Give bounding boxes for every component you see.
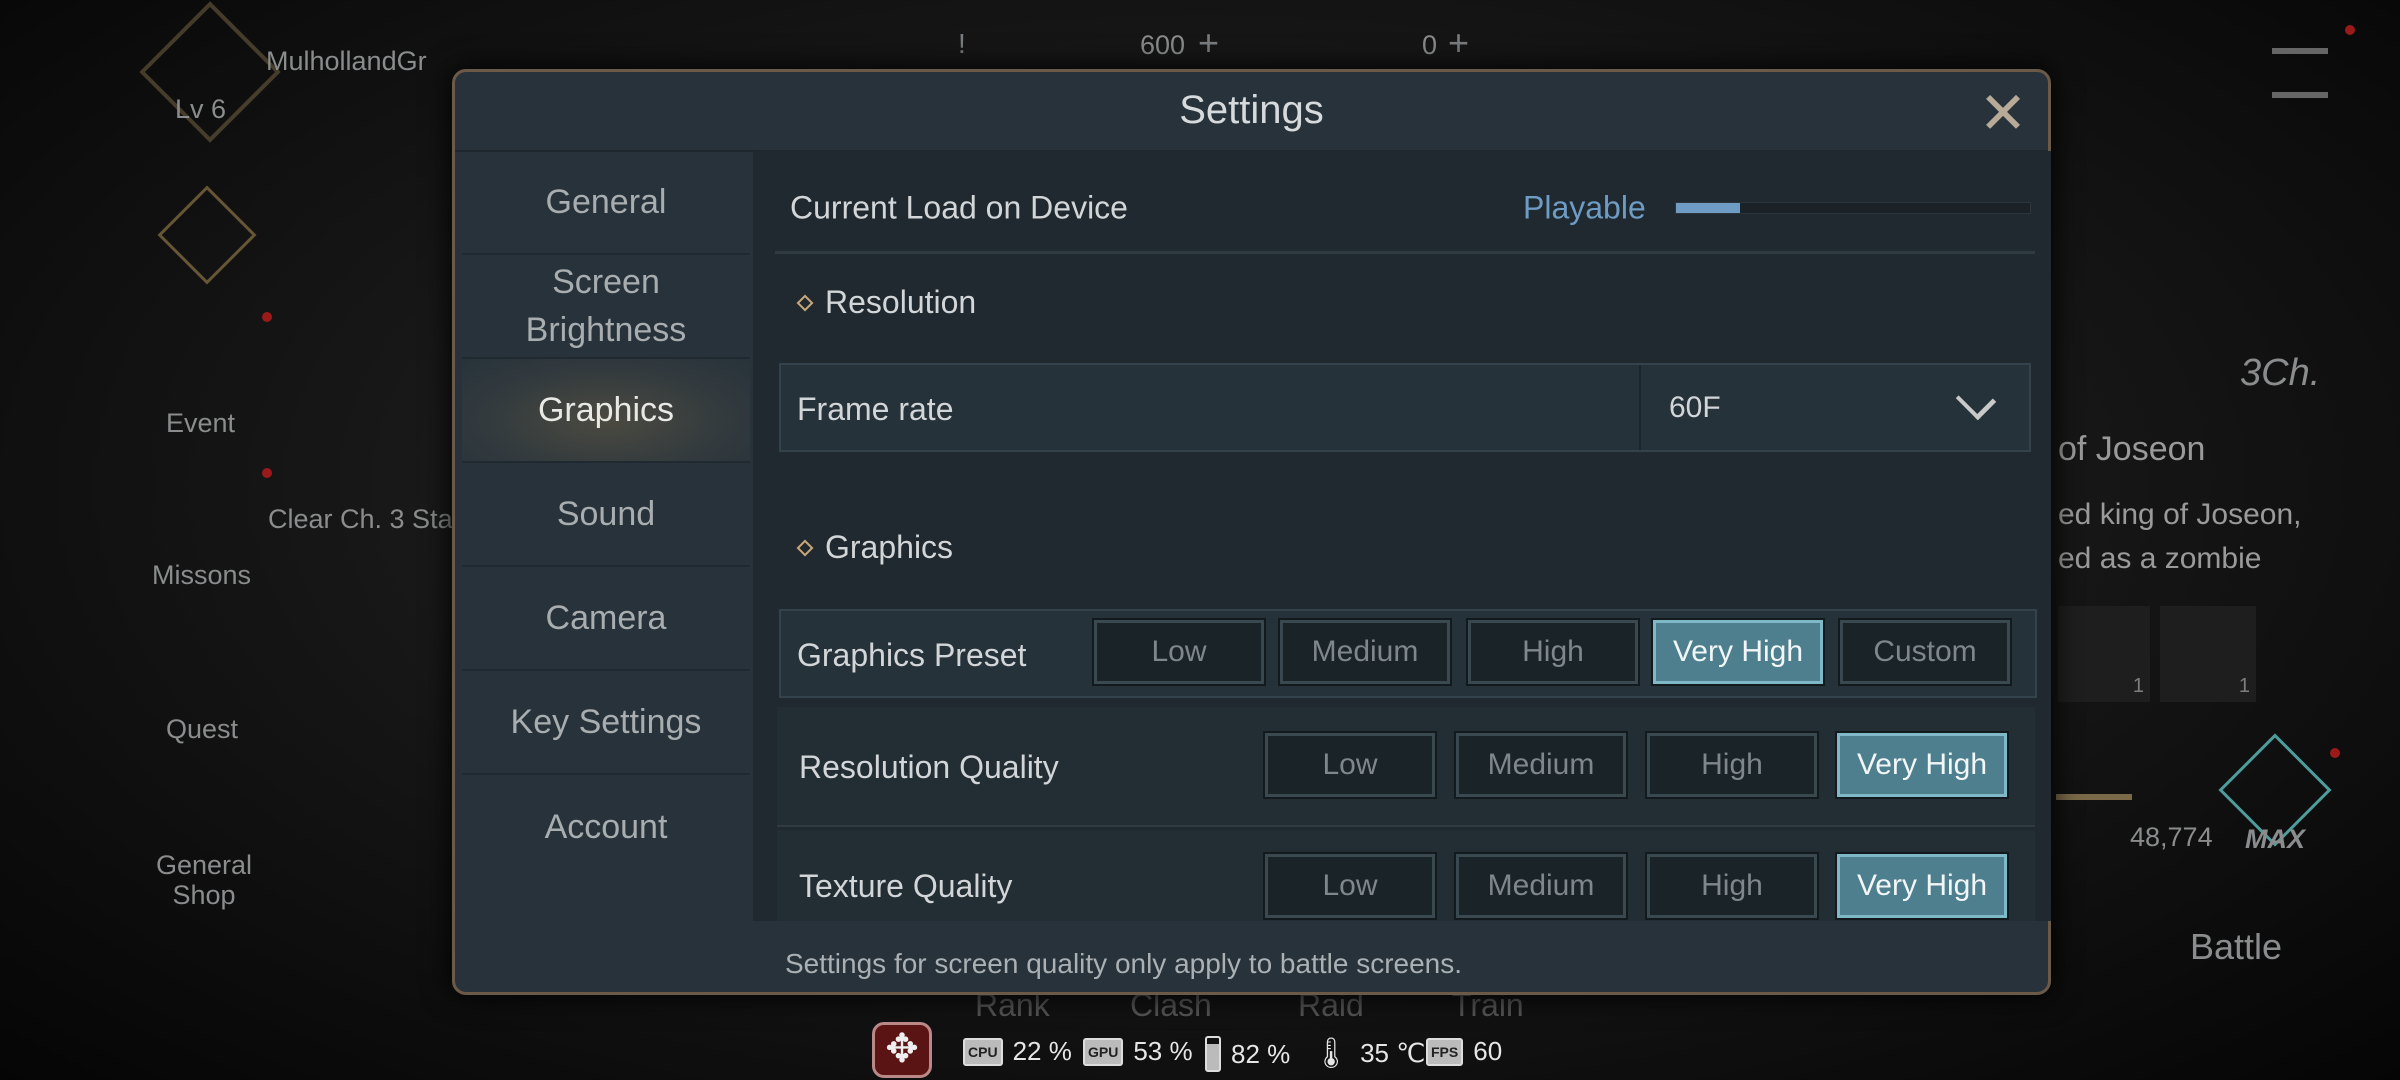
graphics-settings-panel[interactable]: Current Load on Device Playable Resoluti… <box>753 151 2051 921</box>
battery-stat: 82 % <box>1205 1036 1290 1072</box>
preset-option-medium[interactable]: Medium <box>1278 618 1452 686</box>
boss-description-2: ed as a zombie <box>2058 542 2262 575</box>
alert-icon[interactable]: ! <box>958 28 966 60</box>
texture-quality-label: Texture Quality <box>799 868 1013 904</box>
texture-quality-option-low[interactable]: Low <box>1263 852 1437 920</box>
graphics-section-header: Graphics <box>796 529 953 566</box>
close-icon[interactable]: ✕ <box>1973 85 2033 143</box>
thermometer-icon: 🌡︎ <box>1312 1037 1351 1070</box>
preset-option-low[interactable]: Low <box>1092 618 1266 686</box>
currency-2-add-button[interactable]: + <box>1448 22 1469 64</box>
resolution-quality-label: Resolution Quality <box>799 749 1059 785</box>
nav-screen-brightness[interactable]: Screen Brightness <box>462 255 750 359</box>
side-menu-general-shop[interactable]: General Shop <box>156 850 252 910</box>
temperature-stat: 🌡︎ 35 ℃ <box>1312 1037 1426 1070</box>
max-badge: MAX <box>2245 824 2305 854</box>
diamond-icon <box>796 294 814 311</box>
player-level: Lv 6 <box>175 94 227 124</box>
nav-camera[interactable]: Camera <box>462 567 750 671</box>
resolution-section-header: Resolution <box>796 284 976 321</box>
load-bar <box>1675 202 2031 214</box>
dialog-title: Settings <box>1179 88 1324 132</box>
frame-rate-dropdown[interactable]: 60F <box>1641 365 2029 450</box>
footer-note: Settings for screen quality only apply t… <box>785 948 1463 979</box>
graphics-preset-label: Graphics Preset <box>797 637 1027 673</box>
chevron-down-icon <box>1955 379 1997 421</box>
texture-quality-option-very-high[interactable]: Very High <box>1835 852 2009 920</box>
resolution-quality-option-very-high[interactable]: Very High <box>1835 731 2009 799</box>
resolution-quality-row: Resolution Quality Low Medium High Very Hig… <box>777 707 2035 827</box>
frame-rate-row: Frame rate 60F <box>779 363 2031 452</box>
progress-bar <box>2056 794 2132 800</box>
texture-quality-option-medium[interactable]: Medium <box>1454 852 1628 920</box>
load-status: Playable <box>1523 189 1646 226</box>
menu-icon[interactable] <box>2272 48 2328 98</box>
nav-sound[interactable]: Sound <box>462 463 750 567</box>
diamond-icon <box>796 539 814 556</box>
reward-item[interactable]: 1 <box>2058 606 2150 702</box>
resolution-quality-option-medium[interactable]: Medium <box>1454 731 1628 799</box>
reward-item[interactable]: 1 <box>2160 606 2256 702</box>
settings-dialog: Settings ✕ General Screen Brightness Gra… <box>452 69 2051 995</box>
fps-stat: FPS 60 <box>1426 1036 1502 1067</box>
mission-text: Clear Ch. 3 Sta <box>268 504 453 534</box>
nav-account[interactable]: Account <box>462 775 750 879</box>
preset-option-very-high[interactable]: Very High <box>1651 618 1825 686</box>
side-menu-missions[interactable]: Missons <box>152 560 251 591</box>
nav-graphics[interactable]: Graphics <box>462 359 750 463</box>
resolution-quality-option-low[interactable]: Low <box>1263 731 1437 799</box>
battery-icon <box>1205 1036 1221 1072</box>
chapter-label: 3Ch. <box>2240 352 2321 394</box>
settings-nav: General Screen Brightness Graphics Sound… <box>462 151 750 879</box>
nav-general[interactable]: General <box>462 151 750 255</box>
side-menu-quest[interactable]: Quest <box>166 714 238 745</box>
preset-option-custom[interactable]: Custom <box>1838 618 2012 686</box>
gpu-stat: GPU 53 % <box>1083 1036 1193 1067</box>
divider <box>775 251 2035 254</box>
nav-key-settings[interactable]: Key Settings <box>462 671 750 775</box>
boss-description-1: ed king of Joseon, <box>2058 498 2302 531</box>
gpu-icon: GPU <box>1083 1037 1124 1066</box>
cpu-stat: CPU 22 % <box>963 1036 1072 1067</box>
currency-1-add-button[interactable]: + <box>1198 22 1219 64</box>
load-label: Current Load on Device <box>790 189 1128 226</box>
power-value: 48,774 <box>2130 822 2213 852</box>
cpu-icon: CPU <box>963 1037 1003 1066</box>
battle-button[interactable]: Battle <box>2190 926 2282 968</box>
fps-icon: FPS <box>1426 1037 1464 1066</box>
texture-quality-row: Texture Quality Low Medium High Very High <box>777 830 2035 921</box>
side-menu-event[interactable]: Event <box>166 408 235 439</box>
currency-1-value: 600 <box>1140 30 1186 60</box>
boss-title: of Joseon <box>2058 430 2206 468</box>
load-bar-fill <box>1676 203 1740 213</box>
graphics-preset-row: Graphics Preset Low Medium High Very High Cu… <box>779 609 2037 698</box>
player-name: MulhollandGr <box>266 46 427 76</box>
texture-quality-option-high[interactable]: High <box>1645 852 1819 920</box>
currency-2-value: 0 <box>1422 30 1438 60</box>
preset-option-high[interactable]: High <box>1466 618 1640 686</box>
frame-rate-label: Frame rate <box>797 391 954 427</box>
move-overlay-button[interactable]: ✥ <box>872 1022 932 1078</box>
resolution-quality-option-high[interactable]: High <box>1645 731 1819 799</box>
